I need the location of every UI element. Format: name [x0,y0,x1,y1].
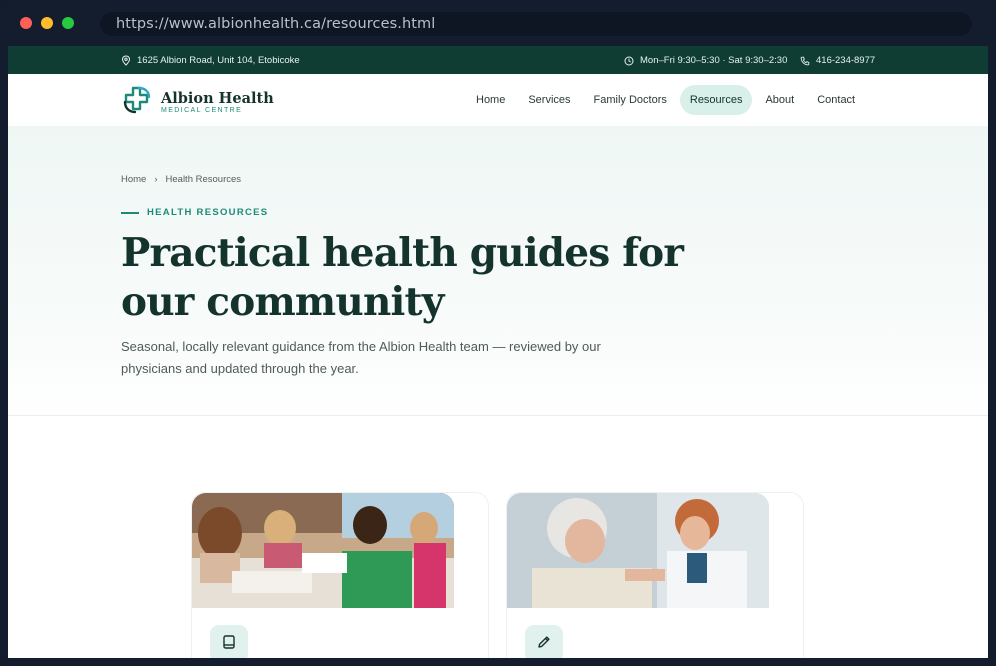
resource-card[interactable] [506,492,804,658]
resource-card[interactable] [191,492,489,658]
eyebrow-text: HEALTH RESOURCES [147,207,269,218]
browser-chrome: https://www.albionhealth.ca/resources.ht… [0,0,996,46]
nav-item-about[interactable]: About [755,85,804,115]
minimize-window-button[interactable] [41,17,53,29]
elderly-patient-vaccination-photo [507,493,769,608]
breadcrumb-separator: › [154,174,158,185]
phone-text: 416-234-8977 [816,55,876,66]
main-navbar: Albion Health MEDICAL CENTRE Home Servic… [8,74,988,127]
breadcrumb: Home › Health Resources [121,174,241,185]
location-pin-icon [121,55,131,66]
nav-menu: Home Services Family Doctors Resources A… [466,85,868,115]
section-eyebrow: HEALTH RESOURCES [121,207,268,218]
children-classroom-photo [192,493,454,608]
hero-section: Home › Health Resources HEALTH RESOURCES… [8,126,988,416]
site-logo[interactable]: Albion Health MEDICAL CENTRE [121,85,274,120]
hours-text: Mon–Fri 9:30–5:30 · Sat 9:30–2:30 [640,55,788,66]
address-text: 1625 Albion Road, Unit 104, Etobicoke [137,55,300,66]
clock-icon [624,56,634,66]
nav-item-contact[interactable]: Contact [807,85,865,115]
medical-cross-logo-icon [121,85,153,120]
page-lede: Seasonal, locally relevant guidance from… [121,339,601,376]
card-icon-badge [210,625,248,658]
breadcrumb-current: Health Resources [165,174,242,185]
phone-icon [800,56,810,66]
book-icon [221,634,237,655]
address-bar[interactable]: https://www.albionhealth.ca/resources.ht… [100,12,972,36]
url-text: https://www.albionhealth.ca/resources.ht… [116,16,436,32]
card-icon-badge [525,625,563,658]
brand-name: Albion Health [161,89,274,107]
resource-cards-section [8,416,988,658]
web-page: 1625 Albion Road, Unit 104, Etobicoke Mo… [8,46,988,658]
topbar-address: 1625 Albion Road, Unit 104, Etobicoke [121,55,300,66]
breadcrumb-home-link[interactable]: Home [121,174,146,185]
nav-item-home[interactable]: Home [466,85,515,115]
brand-tagline: MEDICAL CENTRE [161,106,243,114]
pencil-icon [536,634,552,655]
maximize-window-button[interactable] [62,17,74,29]
topbar-phone[interactable]: 416-234-8977 [800,55,875,66]
topbar-hours: Mon–Fri 9:30–5:30 · Sat 9:30–2:30 [624,55,787,66]
nav-item-resources[interactable]: Resources [679,85,753,115]
close-window-button[interactable] [20,17,32,29]
browser-window: https://www.albionhealth.ca/resources.ht… [0,0,996,666]
eyebrow-rule [121,211,139,214]
nav-item-services[interactable]: Services [518,85,580,115]
page-title: Practical health guides for our communit… [121,230,684,325]
info-topbar: 1625 Albion Road, Unit 104, Etobicoke Mo… [8,46,988,74]
nav-item-family-doctors[interactable]: Family Doctors [584,85,677,115]
logo-wordmark: Albion Health MEDICAL CENTRE [161,91,274,115]
